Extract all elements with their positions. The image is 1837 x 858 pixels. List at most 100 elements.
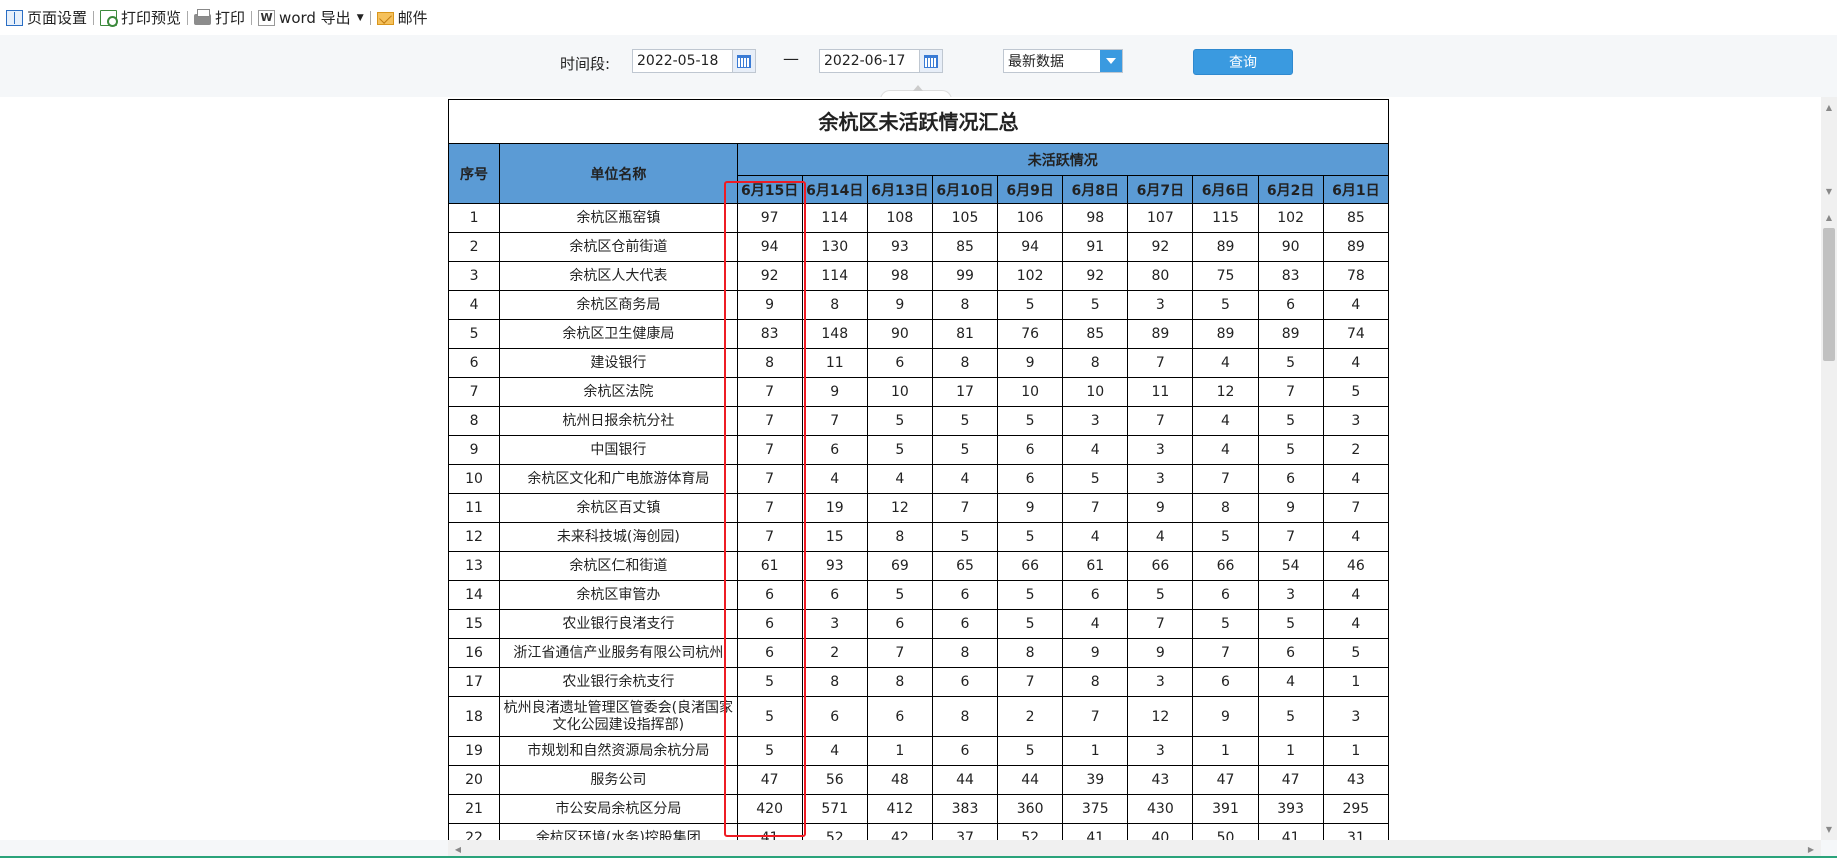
row-value: 3	[1127, 435, 1194, 465]
period-label: 时间段:	[560, 55, 611, 73]
row-value: 41	[1062, 823, 1129, 840]
data-select[interactable]: 最新数据	[1003, 49, 1123, 73]
page-setup-button[interactable]: 页面设置	[0, 0, 93, 35]
row-value: 5	[866, 435, 933, 465]
header-date: 6月1日	[1322, 175, 1390, 204]
row-value: 3	[1127, 667, 1194, 697]
row-value: 3	[1322, 696, 1390, 737]
row-value: 6	[931, 580, 999, 610]
table-row: 14 余杭区审管办 6 6 5 6 5 6 5 6 3 4	[447, 580, 1390, 610]
row-value: 5	[931, 435, 999, 465]
row-value: 10	[1062, 377, 1129, 407]
calendar-icon[interactable]	[732, 50, 755, 72]
row-value: 12	[1127, 696, 1194, 737]
row-value: 56	[801, 765, 868, 795]
row-value: 2	[997, 696, 1064, 737]
row-value: 97	[736, 203, 803, 233]
mail-button[interactable]: 邮件	[371, 0, 434, 35]
report-title: 余杭区未活跃情况汇总	[448, 99, 1389, 143]
start-date-field[interactable]: 2022-05-18	[632, 49, 756, 73]
row-value: 6	[736, 580, 803, 610]
table-row: 9 中国银行 7 6 5 5 6 4 3 4 5 2	[447, 435, 1390, 465]
row-index: 18	[447, 696, 501, 737]
row-value: 8	[801, 290, 868, 320]
row-value: 5	[1192, 290, 1259, 320]
row-value: 7	[736, 377, 803, 407]
print-label: 打印	[215, 9, 246, 27]
scroll-up-icon[interactable]: ▲	[1821, 209, 1837, 225]
row-value: 89	[1322, 232, 1390, 262]
row-value: 46	[1322, 551, 1390, 581]
row-value: 420	[736, 794, 803, 824]
row-value: 5	[1322, 638, 1390, 668]
row-value: 85	[931, 232, 999, 262]
row-value: 7	[736, 435, 803, 465]
row-value: 6	[997, 464, 1064, 494]
row-value: 9	[736, 290, 803, 320]
header-date: 6月8日	[1062, 175, 1129, 204]
row-unit-name: 市规划和自然资源局余杭分局	[499, 736, 738, 766]
row-value: 1	[1322, 736, 1390, 766]
scrollbar-thumb[interactable]	[1823, 228, 1835, 361]
query-button[interactable]: 查询	[1193, 49, 1293, 75]
table-row: 22 余杭区环境(水务)控股集团 41 52 42 37 52 41 40 50 41 31	[447, 823, 1390, 840]
row-value: 17	[931, 377, 999, 407]
row-value: 43	[1322, 765, 1390, 795]
row-value: 4	[1257, 667, 1324, 697]
row-value: 8	[1062, 348, 1129, 378]
row-value: 44	[931, 765, 999, 795]
row-value: 98	[1062, 203, 1129, 233]
row-value: 89	[1192, 232, 1259, 262]
print-button[interactable]: 打印	[188, 0, 251, 35]
row-value: 76	[997, 319, 1064, 349]
row-value: 11	[801, 348, 868, 378]
row-value: 7	[931, 493, 999, 523]
scroll-down-icon[interactable]: ▼	[1821, 183, 1837, 199]
vertical-scrollbar[interactable]: ▲ ▼ ▲ ▼	[1821, 97, 1837, 840]
row-value: 393	[1257, 794, 1324, 824]
row-value: 6	[801, 435, 868, 465]
row-index: 12	[447, 522, 501, 552]
row-value: 5	[1257, 348, 1324, 378]
row-value: 7	[1127, 406, 1194, 436]
calendar-icon[interactable]	[919, 50, 942, 72]
row-value: 5	[997, 609, 1064, 639]
print-preview-button[interactable]: 打印预览	[94, 0, 187, 35]
report-viewport[interactable]: 余杭区未活跃情况汇总 序号 单位名称 未活跃情况 6月15日 6月14日 6月13日…	[0, 97, 1821, 840]
row-value: 5	[997, 290, 1064, 320]
row-value: 8	[931, 696, 999, 737]
header-date: 6月13日	[866, 175, 933, 204]
row-value: 8	[931, 348, 999, 378]
row-value: 105	[931, 203, 999, 233]
row-index: 13	[447, 551, 501, 581]
row-value: 7	[1192, 464, 1259, 494]
mail-label: 邮件	[397, 9, 428, 27]
row-value: 8	[866, 667, 933, 697]
row-index: 9	[447, 435, 501, 465]
end-date-field[interactable]: 2022-06-17	[819, 49, 943, 73]
header-date: 6月6日	[1192, 175, 1259, 204]
row-value: 1	[1192, 736, 1259, 766]
row-value: 5	[1192, 522, 1259, 552]
scroll-down-icon[interactable]: ▼	[1821, 821, 1837, 837]
dropdown-arrow-icon[interactable]	[1100, 50, 1122, 72]
report-table: 序号 单位名称 未活跃情况 6月15日 6月14日 6月13日 6月10日 6月9日 6月…	[447, 143, 1390, 840]
word-export-button[interactable]: W word 导出 ▼	[252, 0, 370, 35]
row-value: 295	[1322, 794, 1390, 824]
row-value: 4	[1322, 464, 1390, 494]
row-unit-name: 余杭区法院	[499, 377, 738, 407]
row-value: 7	[1127, 609, 1194, 639]
row-value: 383	[931, 794, 999, 824]
row-value: 106	[997, 203, 1064, 233]
row-value: 6	[866, 348, 933, 378]
row-unit-name: 服务公司	[499, 765, 738, 795]
row-unit-name: 余杭区百丈镇	[499, 493, 738, 523]
table-row: 10 余杭区文化和广电旅游体育局 7 4 4 4 6 5 3 7 6 4	[447, 464, 1390, 494]
scroll-up-icon[interactable]: ▲	[1821, 99, 1837, 115]
header-date: 6月15日	[736, 175, 803, 204]
row-value: 5	[997, 736, 1064, 766]
row-value: 92	[1062, 261, 1129, 291]
row-value: 9	[1257, 493, 1324, 523]
table-row: 2 余杭区仓前街道 94 130 93 85 94 91 92 89 90 89	[447, 232, 1390, 262]
row-value: 74	[1322, 319, 1390, 349]
